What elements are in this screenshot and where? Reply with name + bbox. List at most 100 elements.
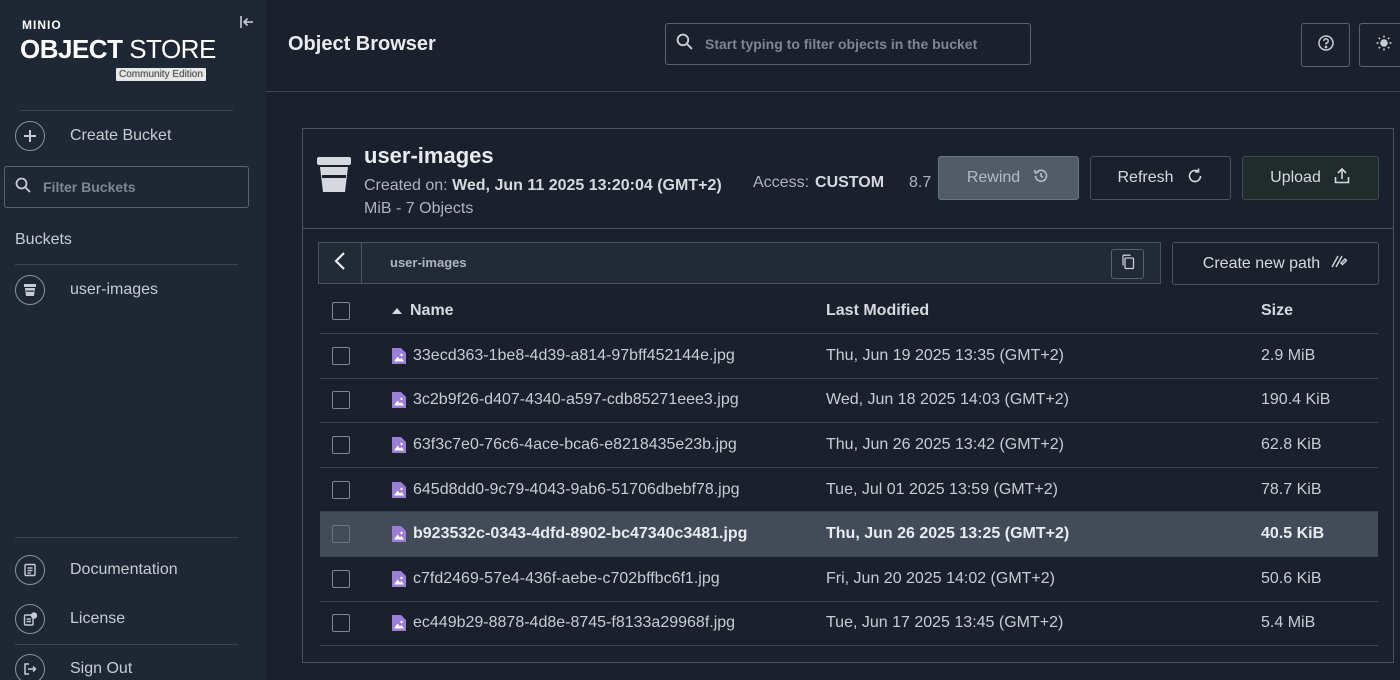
search-icon	[676, 33, 693, 55]
create-new-path-button[interactable]: Create new path	[1172, 242, 1379, 285]
bucket-info-header: user-images Created on: Wed, Jun 11 2025…	[303, 129, 1393, 229]
object-search-input[interactable]	[705, 36, 1015, 52]
documentation-link[interactable]: Documentation	[15, 554, 178, 586]
bucket-size-value: 8.7	[909, 174, 932, 191]
image-file-icon	[392, 436, 406, 453]
logo-edition-badge: Community Edition	[116, 68, 206, 81]
object-size: 40.5 KiB	[1261, 525, 1325, 543]
sign-out-icon	[15, 654, 45, 680]
object-name-cell: c7fd2469-57e4-436f-aebe-c702bffbc6f1.jpg	[392, 570, 720, 588]
sign-out-label: Sign Out	[70, 660, 133, 677]
object-last-modified: Thu, Jun 19 2025 13:35 (GMT+2)	[826, 346, 1064, 364]
sign-out-button[interactable]: Sign Out	[15, 653, 132, 680]
row-checkbox[interactable]	[332, 391, 350, 410]
history-icon	[1032, 167, 1050, 190]
page-title: Object Browser	[288, 33, 436, 55]
table-row[interactable]: 63f3c7e0-76c6-4ace-bca6-e8218435e23b.jpg…	[320, 423, 1378, 468]
object-name-cell: b923532c-0343-4dfd-8902-bc47340c3481.jpg	[392, 525, 747, 543]
object-last-modified: Tue, Jul 01 2025 13:59 (GMT+2)	[826, 480, 1058, 498]
object-name-cell: ec449b29-8878-4d8e-8745-f8133a29968f.jpg	[392, 614, 735, 632]
refresh-icon	[1186, 167, 1204, 190]
image-file-icon	[392, 347, 406, 364]
refresh-button[interactable]: Refresh	[1090, 156, 1231, 200]
table-row[interactable]: b923532c-0343-4dfd-8902-bc47340c3481.jpg…	[320, 512, 1378, 557]
column-header-name[interactable]: Name	[392, 302, 454, 320]
top-header: Object Browser	[266, 0, 1400, 92]
table-row[interactable]: 3c2b9f26-d407-4340-a597-cdb85271eee3.jpg…	[320, 379, 1378, 424]
sidebar-divider	[20, 110, 233, 111]
object-last-modified: Thu, Jun 26 2025 13:25 (GMT+2)	[826, 525, 1070, 543]
refresh-label: Refresh	[1117, 169, 1174, 186]
bucket-name: user-images	[364, 143, 494, 168]
collapse-sidebar-icon[interactable]	[238, 13, 256, 31]
create-new-path-label: Create new path	[1202, 254, 1321, 272]
create-bucket-button[interactable]: Create Bucket	[15, 120, 171, 152]
created-label: Created on:	[364, 177, 453, 194]
rewind-label: Rewind	[966, 169, 1021, 186]
back-button[interactable]	[319, 243, 362, 283]
object-name-cell: 3c2b9f26-d407-4340-a597-cdb85271eee3.jpg	[392, 391, 739, 409]
object-name: b923532c-0343-4dfd-8902-bc47340c3481.jpg	[413, 525, 748, 543]
object-size: 78.7 KiB	[1261, 480, 1322, 498]
image-file-icon	[392, 570, 406, 587]
sun-icon	[1375, 34, 1393, 57]
image-file-icon	[392, 526, 406, 543]
table-row[interactable]: ec449b29-8878-4d8e-8745-f8133a29968f.jpg…	[320, 602, 1378, 647]
theme-toggle-button[interactable]	[1359, 23, 1400, 67]
copy-icon	[1121, 254, 1135, 275]
row-checkbox[interactable]	[332, 614, 350, 633]
object-last-modified: Tue, Jun 17 2025 13:45 (GMT+2)	[826, 614, 1064, 632]
table-row[interactable]: c7fd2469-57e4-436f-aebe-c702bffbc6f1.jpg…	[320, 557, 1378, 602]
sidebar-divider	[15, 264, 238, 265]
created-value: Wed, Jun 11 2025 13:20:04 (GMT+2)	[452, 177, 722, 194]
buckets-heading: Buckets	[15, 231, 72, 248]
sort-ascending-icon	[392, 308, 402, 314]
bucket-icon	[15, 275, 45, 305]
object-last-modified: Thu, Jun 26 2025 13:42 (GMT+2)	[826, 435, 1064, 453]
new-path-icon	[1330, 253, 1348, 274]
object-name-cell: 63f3c7e0-76c6-4ace-bca6-e8218435e23b.jpg	[392, 436, 737, 454]
upload-label: Upload	[1270, 169, 1321, 186]
row-checkbox[interactable]	[332, 346, 350, 365]
object-size: 190.4 KiB	[1261, 391, 1331, 409]
row-checkbox[interactable]	[332, 525, 350, 544]
object-name-cell: 645d8dd0-9c79-4043-9ab6-51706dbebf78.jpg	[392, 481, 740, 499]
sidebar: MINIO OBJECT STORE Community Edition Cre…	[0, 0, 266, 680]
table-row[interactable]: 645d8dd0-9c79-4043-9ab6-51706dbebf78.jpg…	[320, 468, 1378, 513]
filter-buckets-box[interactable]	[4, 166, 249, 208]
object-name: 645d8dd0-9c79-4043-9ab6-51706dbebf78.jpg	[413, 480, 740, 498]
column-header-size[interactable]: Size	[1261, 302, 1293, 320]
upload-icon	[1333, 167, 1351, 190]
chevron-left-icon	[333, 251, 347, 276]
sidebar-bucket-label: user-images	[70, 281, 159, 298]
current-path[interactable]: user-images	[390, 255, 467, 270]
image-file-icon	[392, 481, 406, 498]
object-size: 62.8 KiB	[1261, 435, 1322, 453]
filter-buckets-input[interactable]	[43, 179, 233, 195]
row-checkbox[interactable]	[332, 480, 350, 499]
objects-table: Name Last Modified Size 33ecd363-1be8-4d…	[320, 289, 1378, 647]
image-file-icon	[392, 392, 406, 409]
bucket-meta: Created on: Wed, Jun 11 2025 13:20:04 (G…	[364, 174, 722, 220]
table-row[interactable]: 33ecd363-1be8-4d39-a814-97bff452144e.jpg…	[320, 334, 1378, 379]
column-header-last-modified[interactable]: Last Modified	[826, 302, 929, 320]
help-icon	[1317, 34, 1335, 57]
object-size: 50.6 KiB	[1261, 569, 1322, 587]
copy-path-button[interactable]	[1111, 249, 1144, 279]
rewind-button[interactable]: Rewind	[938, 156, 1079, 200]
logo-minio-text: MINIO	[22, 18, 62, 32]
row-checkbox[interactable]	[332, 569, 350, 588]
object-name: c7fd2469-57e4-436f-aebe-c702bffbc6f1.jpg	[413, 569, 720, 587]
access-label: Access:	[753, 174, 810, 191]
select-all-checkbox[interactable]	[332, 302, 350, 320]
object-search-box[interactable]	[665, 23, 1031, 65]
row-checkbox[interactable]	[332, 435, 350, 454]
object-last-modified: Fri, Jun 20 2025 14:02 (GMT+2)	[826, 569, 1055, 587]
license-link[interactable]: License	[15, 603, 125, 635]
document-icon	[15, 555, 45, 585]
bucket-panel: user-images Created on: Wed, Jun 11 2025…	[302, 128, 1394, 663]
sidebar-item-user-images[interactable]: user-images	[15, 274, 158, 306]
help-button[interactable]	[1301, 23, 1350, 67]
upload-button[interactable]: Upload	[1242, 156, 1379, 200]
object-name: 3c2b9f26-d407-4340-a597-cdb85271eee3.jpg	[413, 391, 739, 409]
